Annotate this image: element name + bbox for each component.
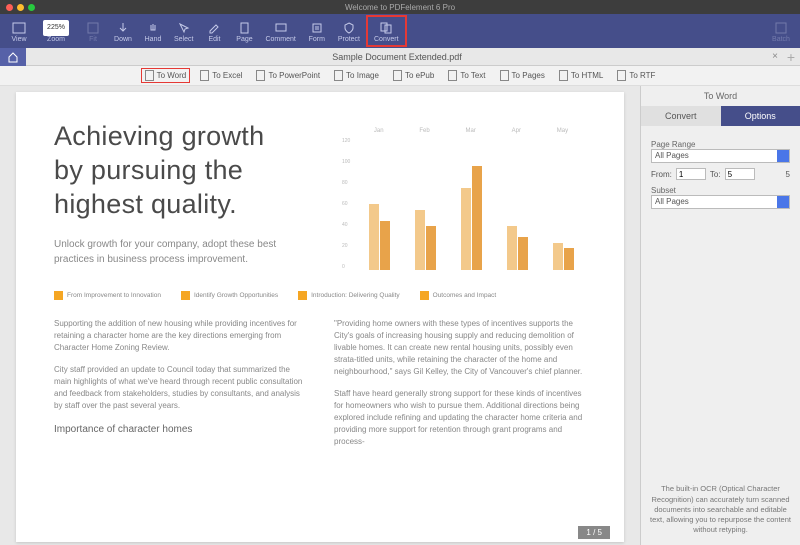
doc-icon (334, 70, 343, 81)
fit-icon (86, 20, 100, 36)
doc-icon (145, 70, 154, 81)
select-button[interactable]: Select (168, 15, 199, 47)
batch-button[interactable]: Batch (766, 15, 796, 47)
view-icon (12, 20, 26, 36)
zoom-button[interactable]: 225% Zoom (34, 15, 78, 47)
zoom-value[interactable]: 225% (43, 20, 69, 36)
view-button[interactable]: View (4, 15, 34, 47)
titlebar: Welcome to PDFelement 6 Pro (0, 0, 800, 14)
to-input[interactable] (725, 168, 755, 180)
hand-icon (146, 20, 160, 36)
home-tab[interactable] (0, 48, 26, 66)
to-label: To: (710, 170, 721, 179)
feature-row: From Improvement to Innovation Identify … (54, 291, 586, 300)
sidebar-title: To Word (641, 86, 800, 106)
comment-button[interactable]: Comment (259, 15, 301, 47)
select-icon (177, 20, 191, 36)
to-image-button[interactable]: To Image (330, 68, 383, 83)
to-rtf-button[interactable]: To RTF (613, 68, 659, 83)
edit-icon (207, 20, 221, 36)
tab-options[interactable]: Options (721, 106, 800, 126)
pagerange-label: Page Range (651, 140, 790, 149)
total-pages: 5 (786, 170, 790, 179)
tab-convert[interactable]: Convert (641, 106, 721, 126)
down-icon (116, 20, 130, 36)
from-label: From: (651, 170, 672, 179)
down-button[interactable]: Down (108, 15, 138, 47)
convert-button[interactable]: Convert (366, 15, 407, 47)
feature-icon (181, 291, 190, 300)
feature-icon (420, 291, 429, 300)
hand-button[interactable]: Hand (138, 15, 168, 47)
from-input[interactable] (676, 168, 706, 180)
page-icon (237, 20, 251, 36)
comment-icon (274, 20, 288, 36)
subheading: Unlock growth for your company, adopt th… (54, 237, 284, 267)
to-text-button[interactable]: To Text (444, 68, 489, 83)
to-powerpoint-button[interactable]: To PowerPoint (252, 68, 324, 83)
home-icon (7, 51, 19, 63)
bar-chart: JanFebMarAprMay 120100806040200 (356, 128, 586, 278)
to-html-button[interactable]: To HTML (555, 68, 607, 83)
tab-bar: Sample Document Extended.pdf × + (0, 48, 800, 66)
page-button[interactable]: Page (229, 15, 259, 47)
doc-icon (617, 70, 626, 81)
to-pages-button[interactable]: To Pages (496, 68, 549, 83)
document-tab[interactable]: Sample Document Extended.pdf (26, 52, 768, 62)
to-excel-button[interactable]: To Excel (196, 68, 246, 83)
window-title: Welcome to PDFelement 6 Pro (0, 3, 800, 12)
doc-icon (256, 70, 265, 81)
subset-label: Subset (651, 186, 790, 195)
subset-select[interactable]: All Pages (651, 195, 790, 209)
pagerange-select[interactable]: All Pages (651, 149, 790, 163)
main-toolbar: View 225% Zoom Fit Down Hand Select Edit… (0, 14, 800, 48)
doc-icon (500, 70, 509, 81)
batch-icon (774, 20, 788, 36)
doc-icon (559, 70, 568, 81)
form-icon (310, 20, 324, 36)
body-columns: Supporting the addition of new housing w… (54, 318, 586, 458)
document-area[interactable]: Achieving growth by pursuing the highest… (0, 86, 640, 545)
doc-icon (393, 70, 402, 81)
fit-button[interactable]: Fit (78, 15, 108, 47)
protect-button[interactable]: Protect (332, 15, 366, 47)
to-epub-button[interactable]: To ePub (389, 68, 438, 83)
page-indicator: 1 / 5 (578, 526, 610, 539)
feature-icon (298, 291, 307, 300)
convert-sidebar: To Word Convert Options Page Range All P… (640, 86, 800, 545)
new-tab[interactable]: + (782, 49, 800, 65)
shield-icon (342, 20, 356, 36)
close-tab[interactable]: × (768, 51, 782, 62)
feature-icon (54, 291, 63, 300)
convert-subtoolbar: To Word To Excel To PowerPoint To Image … (0, 66, 800, 86)
doc-icon (200, 70, 209, 81)
doc-icon (448, 70, 457, 81)
to-word-button[interactable]: To Word (141, 68, 191, 83)
ocr-description: The built-in OCR (Optical Character Reco… (649, 484, 792, 535)
convert-icon (379, 20, 393, 36)
pdf-page: Achieving growth by pursuing the highest… (16, 92, 624, 542)
form-button[interactable]: Form (302, 15, 332, 47)
edit-button[interactable]: Edit (199, 15, 229, 47)
